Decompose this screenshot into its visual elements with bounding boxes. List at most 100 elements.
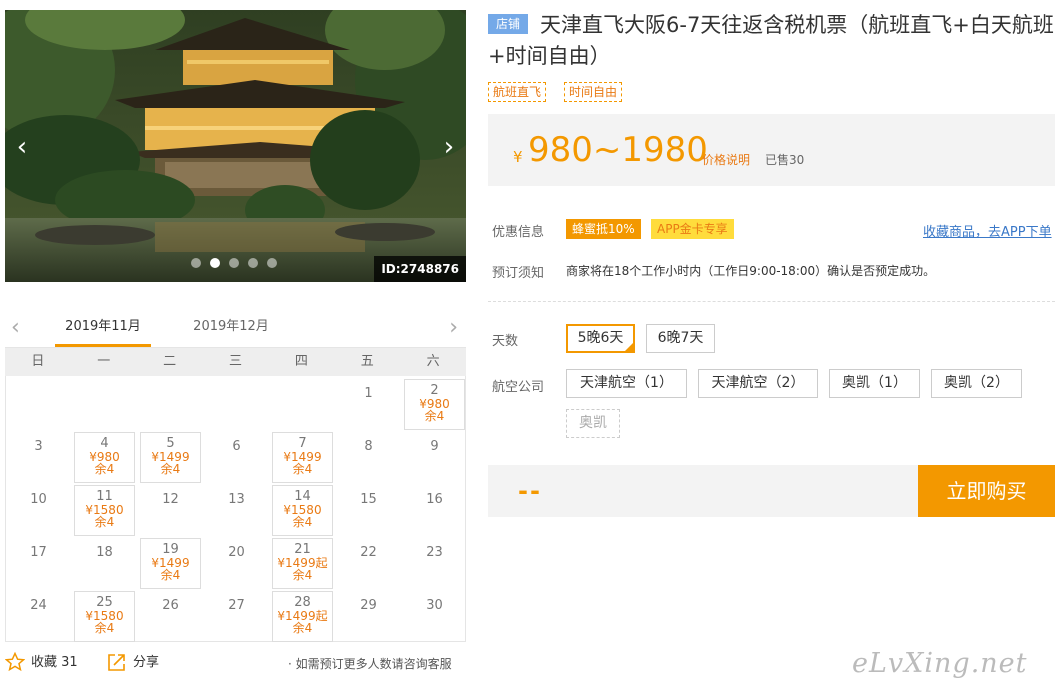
day-number: 21 [294,542,311,557]
buy-bar: -- 立即购买 [488,465,1055,517]
calendar-day-available[interactable]: 28 ¥1499起 余4 [272,591,333,642]
promo-badge-app: APP金卡专享 [651,219,734,239]
price-note-link[interactable]: 价格说明 [702,151,750,168]
favorite-button[interactable]: 收藏 31 [31,652,78,674]
calendar-day-available[interactable]: 19 ¥1499 余4 [140,538,201,589]
app-order-link[interactable]: 收藏商品，去APP下单 [923,221,1052,240]
calendar-day: 3 [8,432,69,483]
calendar-day: 20 [206,538,267,589]
calendar-day: 24 [8,591,69,642]
day-remaining: 余4 [292,621,313,635]
airline-option[interactable]: 奥凯（1） [829,369,920,398]
share-icon[interactable] [107,653,126,672]
day-remaining: 余4 [292,515,313,529]
calendar-day-available[interactable]: 25 ¥1580 余4 [74,591,135,642]
weekday-label: 二 [163,354,177,369]
calendar-day-available[interactable]: 11 ¥1580 余4 [74,485,135,536]
divider [488,301,1055,302]
day-number: 5 [166,436,175,451]
price-box: ¥ 980~1980 价格说明 已售30 [488,114,1055,186]
calendar-day: 10 [8,485,69,536]
airline-label: 航空公司 [492,380,545,395]
day-number: 10 [30,492,47,507]
calendar-day: 12 [140,485,201,536]
airline-option[interactable]: 奥凯（2） [931,369,1022,398]
day-number: 24 [30,598,47,613]
calendar-next-month-button[interactable]: › [449,316,458,340]
group-booking-hint: · 如需预订更多人数请咨询客服 [288,657,452,671]
promo-label: 优惠信息 [492,225,545,240]
calendar-day-available[interactable]: 5 ¥1499 余4 [140,432,201,483]
day-remaining: 余4 [292,568,313,582]
feature-tag: 时间自由 [564,82,623,102]
calendar-day: 6 [206,432,267,483]
gallery-dot[interactable] [229,258,239,268]
day-number: 14 [294,489,311,504]
calendar-day: 17 [8,538,69,589]
day-number: 22 [360,545,377,560]
calendar-day-available[interactable]: 21 ¥1499起 余4 [272,538,333,589]
calendar-day: 22 [338,538,399,589]
star-icon[interactable] [5,652,25,672]
calendar-day-available[interactable]: 2 ¥980 余4 [404,379,465,430]
day-number: 17 [30,545,47,560]
calendar-day: 16 [404,485,465,536]
day-remaining: 余4 [160,462,181,476]
weekday-label: 日 [31,354,45,369]
share-button[interactable]: 分享 [133,652,159,674]
weekday-label: 三 [229,354,243,369]
day-number: 13 [228,492,245,507]
promo-badge-honey: 蜂蜜抵10% [566,219,641,239]
calendar-day: 15 [338,485,399,536]
weekday-label: 一 [97,354,111,369]
gallery-dot[interactable] [191,258,201,268]
airline-option[interactable]: 天津航空（2） [698,369,818,398]
tab-month-dec[interactable]: 2019年12月 [183,318,279,347]
shop-tag: 店铺 [488,14,528,34]
sold-count: 已售30 [765,153,805,167]
photo-gallery[interactable]: ‹ › ID:2748876 [5,10,466,282]
gallery-dot[interactable] [248,258,258,268]
watermark: eLvXing.net [852,648,1028,679]
days-option[interactable]: 6晚7天 [646,324,715,353]
day-number: 30 [426,598,443,613]
calendar-day: 26 [140,591,201,642]
calendar-weekdays: 日 一 二 三 四 五 六 [5,348,466,376]
total-price-placeholder: -- [518,477,542,505]
day-remaining: 余4 [94,621,115,635]
calendar-day-available[interactable]: 4 ¥980 余4 [74,432,135,483]
calendar-day: 9 [404,432,465,483]
gallery-next-button[interactable]: › [436,132,462,162]
day-remaining: 余4 [292,462,313,476]
day-number: 11 [96,489,113,504]
calendar-day: 29 [338,591,399,642]
gallery-prev-button[interactable]: ‹ [9,132,35,162]
tab-month-nov[interactable]: 2019年11月 [55,318,151,347]
day-number: 28 [294,595,311,610]
day-number: 12 [162,492,179,507]
calendar-prev-month-button[interactable]: ‹ [11,316,20,340]
calendar-day: 27 [206,591,267,642]
buy-now-button[interactable]: 立即购买 [918,465,1055,517]
day-number: 6 [232,439,241,454]
day-number: 9 [430,439,439,454]
calendar-day: 18 [74,538,135,589]
calendar-day-available[interactable]: 7 ¥1499 余4 [272,432,333,483]
day-number: 20 [228,545,245,560]
notice-text: 商家将在18个工作小时内（工作日9:00-18:00）确认是否预定成功。 [566,264,936,278]
feature-tag: 航班直飞 [488,82,547,102]
gallery-dot[interactable] [267,258,277,268]
calendar-day-available[interactable]: 14 ¥1580 余4 [272,485,333,536]
calendar-day: 13 [206,485,267,536]
weekday-label: 五 [360,354,374,369]
page: ‹ › ID:2748876 ‹ 2019年11月 2019年12月 › 日 一… [0,0,1057,697]
day-number: 29 [360,598,377,613]
day-number: 26 [162,598,179,613]
day-number: 16 [426,492,443,507]
airline-option[interactable]: 天津航空（1） [566,369,687,398]
day-number: 19 [162,542,179,557]
calendar-header: ‹ 2019年11月 2019年12月 › [5,312,466,348]
gallery-dot-active[interactable] [210,258,220,268]
day-number: 4 [100,436,109,451]
days-option-selected[interactable]: 5晚6天 [566,324,635,353]
